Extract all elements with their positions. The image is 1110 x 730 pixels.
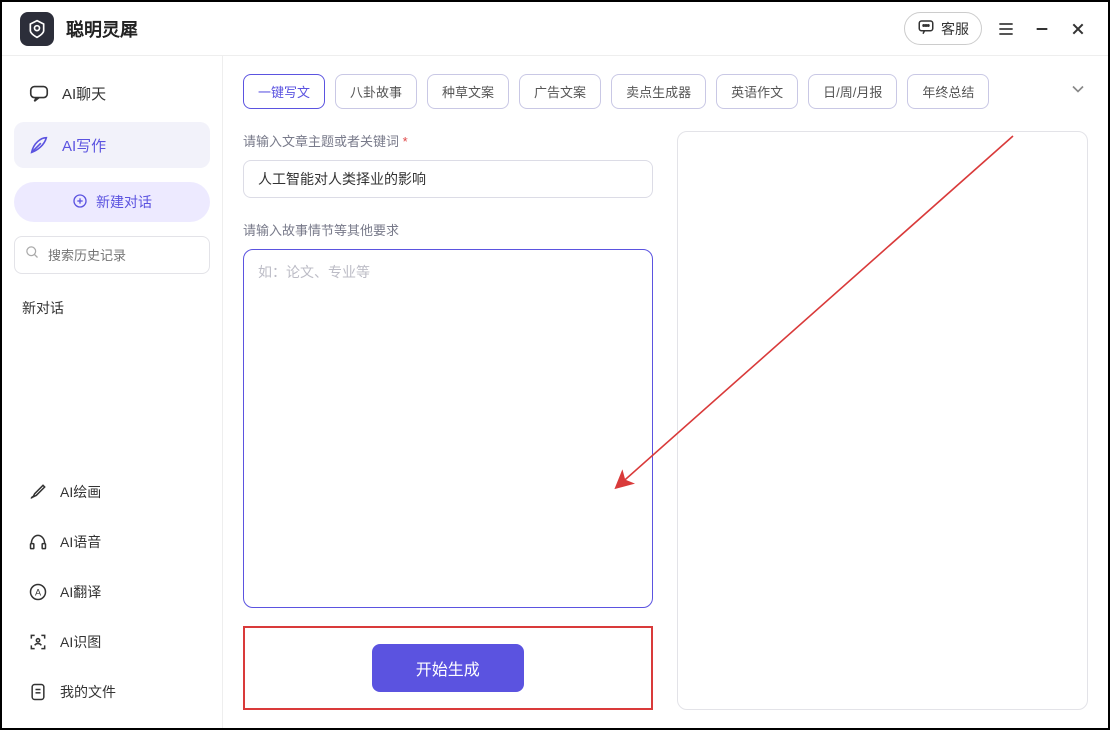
topic-input[interactable] bbox=[243, 160, 653, 198]
template-tag[interactable]: 日/周/月报 bbox=[808, 74, 897, 109]
template-tag[interactable]: 八卦故事 bbox=[335, 74, 417, 109]
topic-field-label: 请输入文章主题或者关键词 * bbox=[243, 131, 653, 150]
submit-highlight-box: 开始生成 bbox=[243, 626, 653, 710]
support-label: 客服 bbox=[941, 19, 969, 39]
search-box[interactable] bbox=[14, 236, 210, 274]
svg-text:A: A bbox=[35, 587, 42, 597]
close-button[interactable] bbox=[1066, 17, 1090, 41]
translate-icon: A bbox=[28, 582, 48, 602]
template-tag[interactable]: 英语作文 bbox=[716, 74, 798, 109]
tool-label: 我的文件 bbox=[60, 682, 116, 702]
sidebar-tool-draw[interactable]: AI绘画 bbox=[14, 470, 210, 514]
template-tag[interactable]: 年终总结 bbox=[907, 74, 989, 109]
image-scan-icon bbox=[28, 632, 48, 652]
output-panel bbox=[677, 131, 1089, 710]
plus-circle-icon bbox=[72, 193, 88, 212]
main: 一键写文 八卦故事 种草文案 广告文案 卖点生成器 英语作文 日/周/月报 年终… bbox=[222, 56, 1108, 728]
template-tag[interactable]: 卖点生成器 bbox=[611, 74, 706, 109]
sidebar-item-label: AI写作 bbox=[62, 135, 106, 156]
chat-icon bbox=[917, 18, 935, 39]
sidebar-item-write[interactable]: AI写作 bbox=[14, 122, 210, 168]
support-button[interactable]: 客服 bbox=[904, 12, 982, 45]
extra-textarea[interactable] bbox=[243, 249, 653, 608]
sidebar: AI聊天 AI写作 新建对话 新对话 AI绘画 AI语音 A AI翻译 bbox=[2, 56, 222, 728]
tool-label: AI翻译 bbox=[60, 582, 101, 602]
search-input[interactable] bbox=[48, 248, 224, 263]
chat-bubble-icon bbox=[28, 82, 50, 104]
generate-button[interactable]: 开始生成 bbox=[372, 644, 524, 692]
sidebar-tool-image[interactable]: AI识图 bbox=[14, 620, 210, 664]
file-icon bbox=[28, 682, 48, 702]
feather-icon bbox=[28, 134, 50, 156]
template-tag[interactable]: 广告文案 bbox=[519, 74, 601, 109]
sidebar-tool-voice[interactable]: AI语音 bbox=[14, 520, 210, 564]
app-logo bbox=[20, 12, 54, 46]
new-chat-label: 新建对话 bbox=[96, 192, 152, 212]
new-chat-button[interactable]: 新建对话 bbox=[14, 182, 210, 222]
tool-label: AI识图 bbox=[60, 632, 101, 652]
minimize-button[interactable] bbox=[1030, 17, 1054, 41]
form-column: 请输入文章主题或者关键词 * 请输入故事情节等其他要求 开始生成 bbox=[243, 131, 653, 710]
app-title: 聪明灵犀 bbox=[66, 16, 138, 42]
titlebar: 聪明灵犀 客服 bbox=[2, 2, 1108, 56]
history-item[interactable]: 新对话 bbox=[14, 288, 210, 328]
expand-templates-button[interactable] bbox=[1068, 79, 1088, 104]
sidebar-item-label: AI聊天 bbox=[62, 83, 106, 104]
sidebar-tool-translate[interactable]: A AI翻译 bbox=[14, 570, 210, 614]
headphone-icon bbox=[28, 532, 48, 552]
sidebar-tool-files[interactable]: 我的文件 bbox=[14, 670, 210, 714]
search-icon bbox=[25, 245, 40, 265]
tool-label: AI语音 bbox=[60, 532, 101, 552]
menu-button[interactable] bbox=[994, 17, 1018, 41]
sidebar-item-chat[interactable]: AI聊天 bbox=[14, 70, 210, 116]
tool-label: AI绘画 bbox=[60, 482, 101, 502]
template-tag-row: 一键写文 八卦故事 种草文案 广告文案 卖点生成器 英语作文 日/周/月报 年终… bbox=[243, 74, 1088, 109]
brush-icon bbox=[28, 482, 48, 502]
extra-field-label: 请输入故事情节等其他要求 bbox=[243, 220, 653, 239]
template-tag[interactable]: 种草文案 bbox=[427, 74, 509, 109]
template-tag[interactable]: 一键写文 bbox=[243, 74, 325, 109]
